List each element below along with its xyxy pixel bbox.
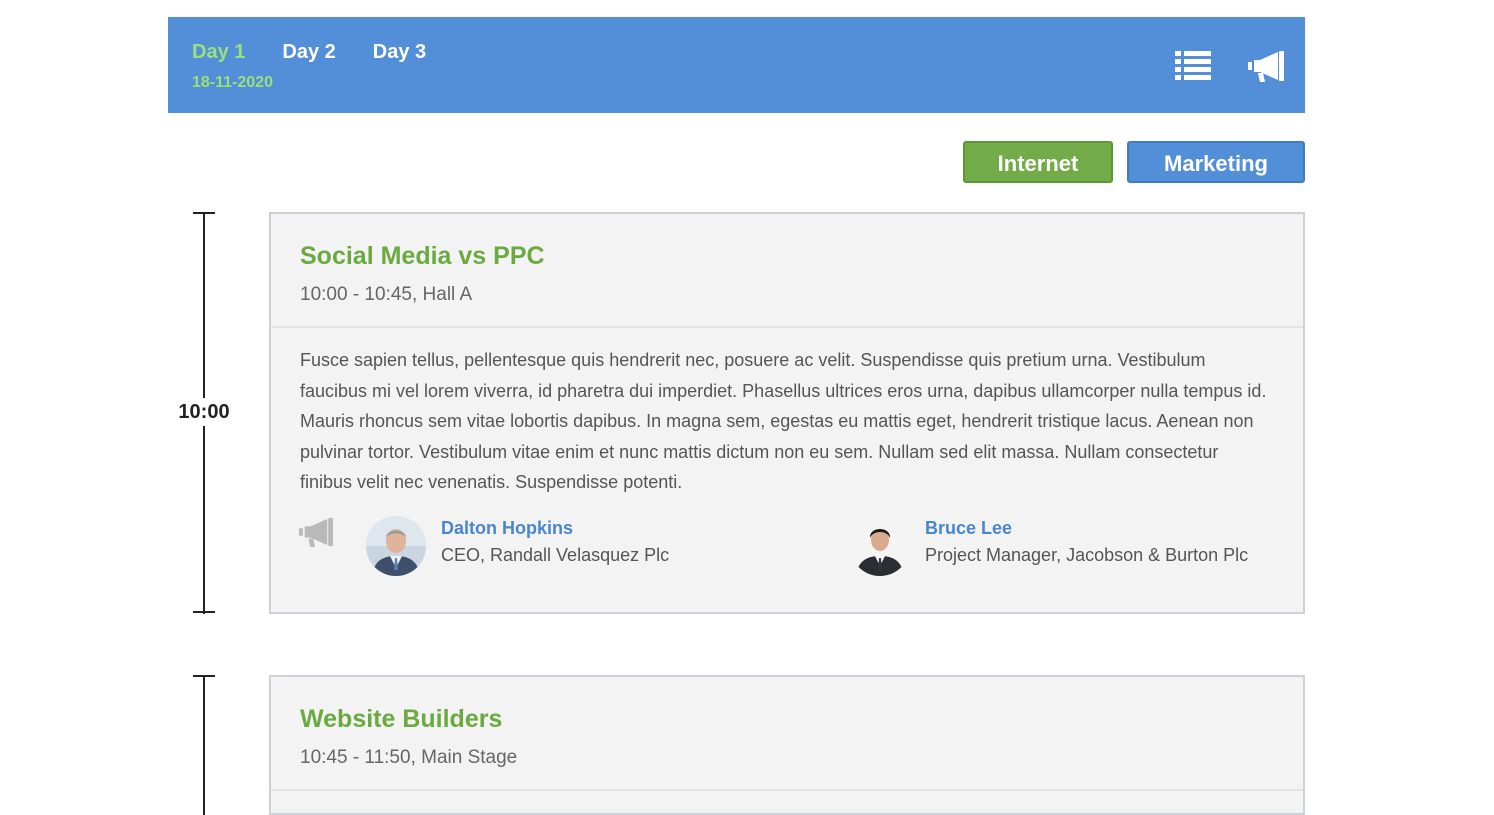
session-speakers: Dalton Hopkins CEO, Randall Velasquez Pl… [271,498,1303,598]
day-navigation-bar: Day 1 Day 2 Day 3 18-11-2020 [168,17,1305,113]
session-card: Social Media vs PPC 10:00 - 10:45, Hall … [269,212,1305,614]
timeline-marker-1: 10:00 [171,212,237,614]
session-time-location: 10:00 - 10:45, Hall A [300,284,473,305]
timeline-time: 10:00 [171,398,237,426]
tab-day-2[interactable]: Day 2 [282,41,335,64]
session-header: Website Builders 10:45 - 11:50, Main Sta… [271,677,1303,791]
timeline-bottom-cap [193,611,215,613]
speaker-role: Project Manager, Jacobson & Burton Plc [925,544,1249,565]
tab-day-3[interactable]: Day 3 [373,41,426,64]
session-card: Website Builders 10:45 - 11:50, Main Sta… [269,675,1305,815]
session-title[interactable]: Social Media vs PPC [300,242,1274,271]
timeline-marker-2 [193,675,215,815]
tag-internet-button[interactable]: Internet [963,141,1113,183]
tag-marketing-button[interactable]: Marketing [1127,141,1305,183]
speaker-name[interactable]: Dalton Hopkins [441,518,573,539]
megaphone-icon [296,516,336,553]
speaker-name[interactable]: Bruce Lee [925,518,1012,539]
day-tabs: Day 1 Day 2 Day 3 [192,41,463,64]
timeline-line [203,675,205,815]
list-icon[interactable] [1175,49,1211,88]
megaphone-icon[interactable] [1246,49,1286,88]
selected-date: 18-11-2020 [192,74,273,91]
session-time-location: 10:45 - 11:50, Main Stage [300,747,518,768]
speaker-role: CEO, Randall Velasquez Plc [441,544,670,565]
avatar[interactable] [850,515,910,576]
session-header: Social Media vs PPC 10:00 - 10:45, Hall … [271,214,1303,328]
tab-day-1[interactable]: Day 1 [192,41,245,64]
session-title[interactable]: Website Builders [300,705,1274,734]
session-description: Fusce sapien tellus, pellentesque quis h… [300,350,1267,492]
avatar[interactable] [366,515,426,576]
